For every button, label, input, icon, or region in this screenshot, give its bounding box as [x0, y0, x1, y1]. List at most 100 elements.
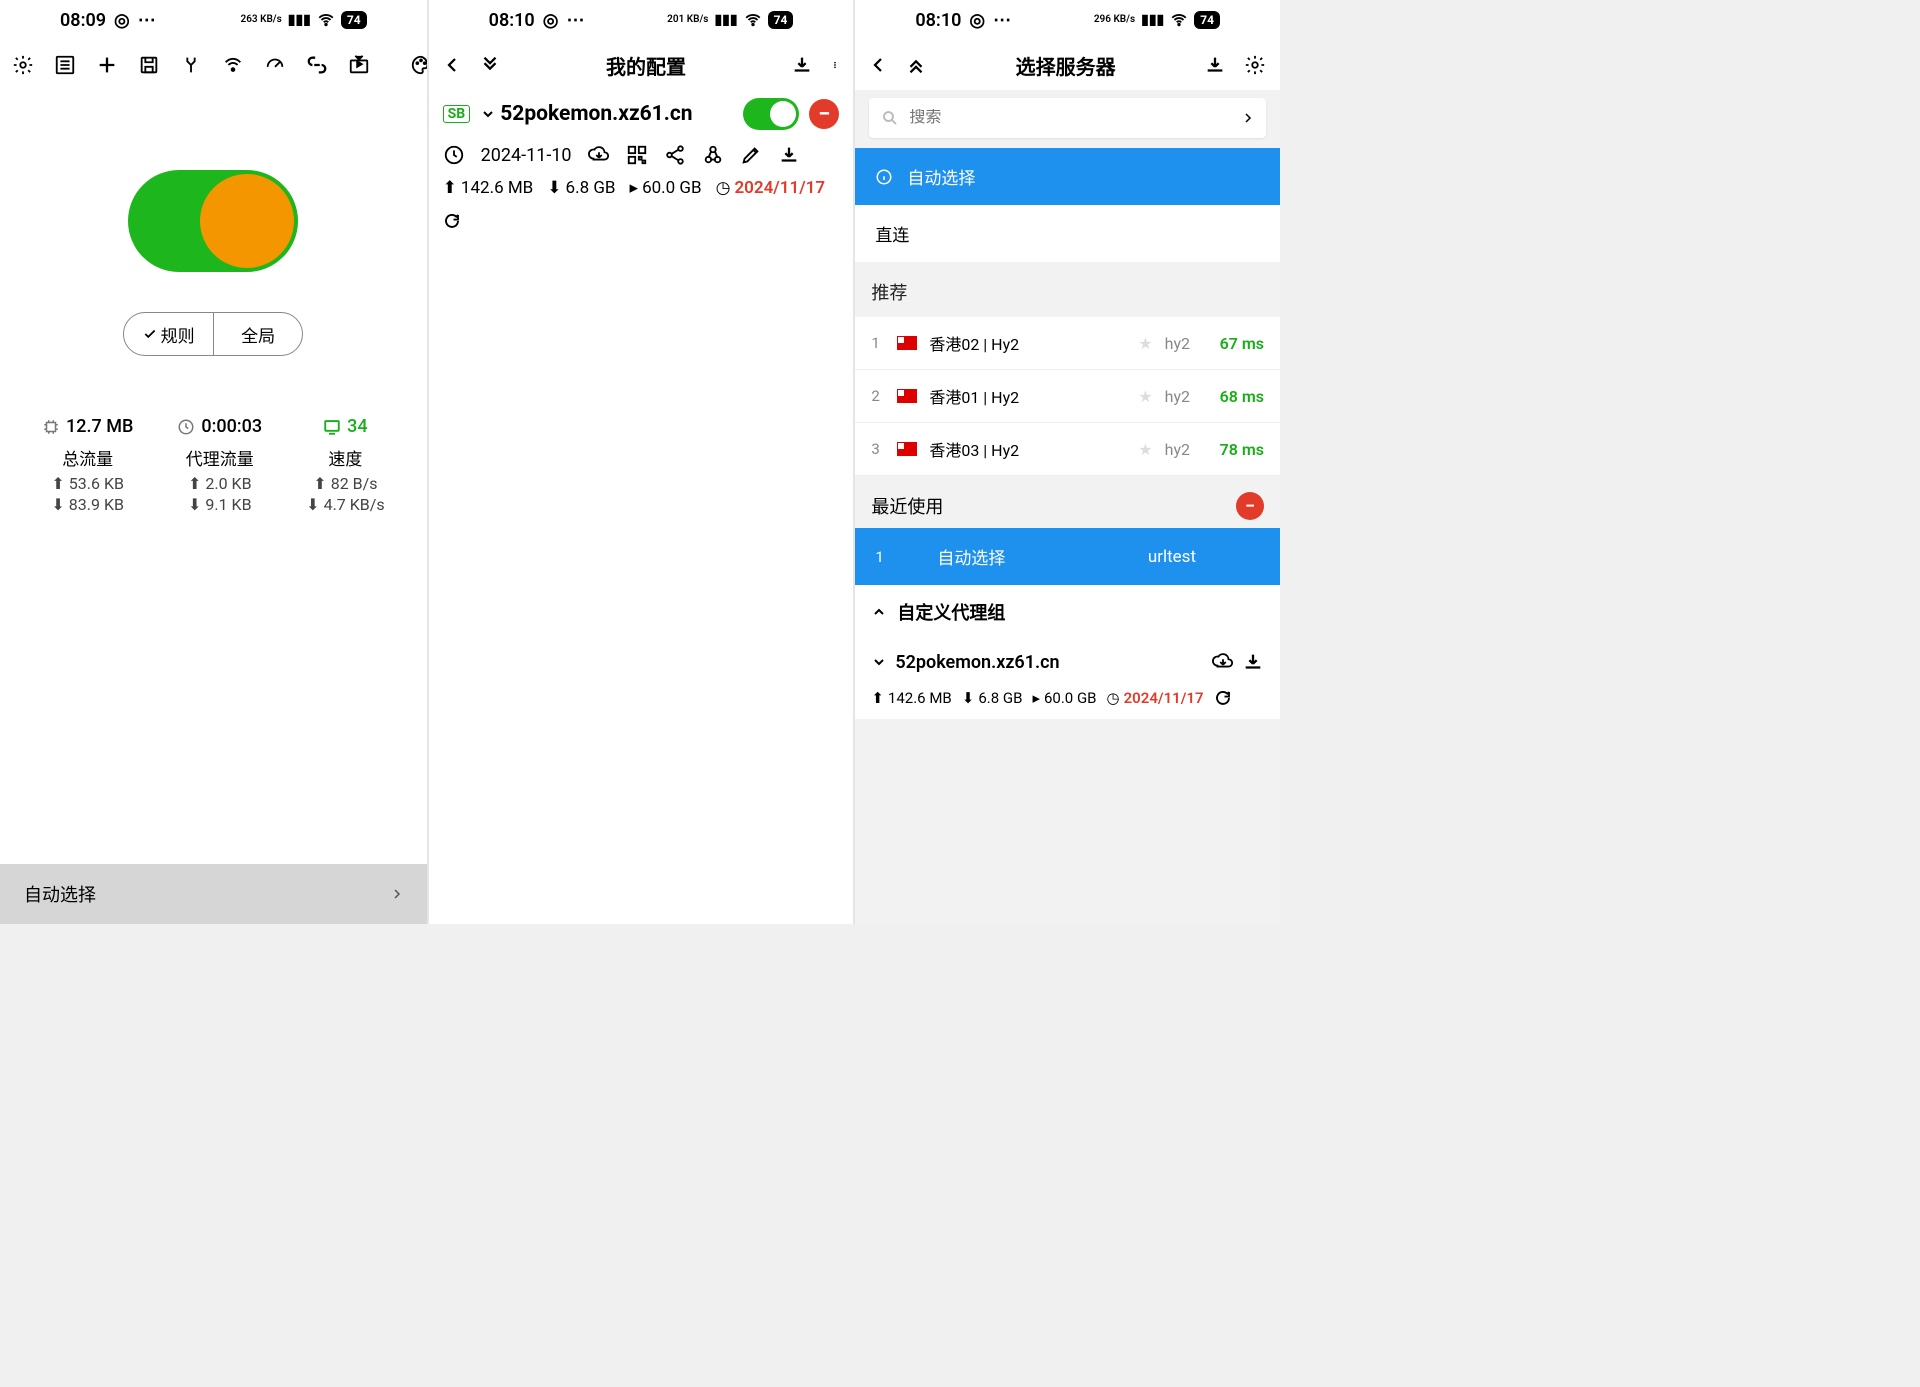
wifi2-icon[interactable] [222, 51, 244, 79]
star-icon[interactable]: ★ [1138, 387, 1152, 406]
collapse-all-icon[interactable] [479, 54, 501, 76]
chevron-right-icon[interactable] [1242, 110, 1254, 126]
profile-toggle[interactable] [743, 98, 799, 130]
status-bar: 08:10 ◎ ⋯ 296 KB/s ▮▮▮ 74 [855, 0, 1280, 40]
signal-icon: ▮▮▮ [1141, 12, 1164, 28]
server-row[interactable]: 3香港03 | Hy2★hy278 ms [855, 423, 1280, 476]
custom-group-expand[interactable]: 自定义代理组 [855, 585, 1280, 639]
provider-expand[interactable]: 52pokemon.xz61.cn [855, 639, 1280, 685]
settings-icon[interactable] [12, 51, 34, 79]
signal-icon: ▮▮▮ [288, 12, 311, 28]
phone-screen-main: 08:09 ◎ ⋯ 263 KB/s ▮▮▮ 74 规则 全局 12.7 MB … [0, 0, 427, 924]
total-up: 53.6 KB [69, 474, 124, 493]
delete-button[interactable]: − [809, 99, 839, 129]
recent-name: 自动选择 [937, 544, 1133, 569]
memory-value: 12.7 MB [66, 416, 133, 437]
duration-value: 0:00:03 [201, 416, 262, 437]
server-name: 香港02 | Hy2 [929, 331, 1126, 355]
settings-icon[interactable] [1244, 54, 1266, 76]
cloud-download-icon[interactable] [588, 144, 610, 166]
fork-icon[interactable] [180, 51, 202, 79]
status-bar: 08:10 ◎ ⋯ 201 KB/s ▮▮▮ 74 [429, 0, 854, 40]
download-icon[interactable] [791, 54, 813, 76]
page-title: 我的配置 [501, 51, 792, 80]
server-latency: 67 ms [1210, 334, 1264, 353]
speed-label: 速度 [306, 445, 384, 470]
refresh-icon[interactable] [1214, 689, 1232, 707]
provider-quota: 60.0 GB [1044, 689, 1097, 707]
mode-segmented: 规则 全局 [123, 312, 303, 356]
recent-row[interactable]: 1 自动选择 urltest [855, 528, 1280, 585]
proxy-down: 9.1 KB [205, 495, 251, 514]
profile-stats: ⬆142.6 MB ⬇6.8 GB ▸60.0 GB ◷2024/11/17 [429, 172, 854, 236]
collapse-up-icon[interactable] [905, 54, 927, 76]
download2-icon[interactable] [778, 144, 800, 166]
profile-name-expand[interactable]: 52pokemon.xz61.cn [480, 102, 733, 126]
server-proto: hy2 [1165, 440, 1190, 459]
info-icon [875, 168, 893, 186]
refresh-icon[interactable] [443, 212, 461, 230]
link-icon[interactable] [306, 51, 328, 79]
speed-icon[interactable] [264, 51, 286, 79]
mode-global[interactable]: 全局 [214, 313, 303, 355]
recent-proto: urltest [1148, 547, 1196, 567]
menu-icon[interactable] [831, 54, 839, 76]
bottom-selector[interactable]: 自动选择 [0, 864, 427, 924]
star-icon[interactable]: ★ [1138, 334, 1152, 353]
status-time: 08:10 [915, 10, 961, 31]
list-icon[interactable] [54, 51, 76, 79]
status-bar: 08:09 ◎ ⋯ 263 KB/s ▮▮▮ 74 [0, 0, 427, 40]
back-icon[interactable] [869, 54, 887, 76]
quota-value: 60.0 GB [642, 178, 702, 198]
clear-recent-button[interactable]: − [1236, 492, 1264, 520]
profile-icons: 2024-11-10 [429, 138, 854, 172]
cloud-download-icon[interactable] [1212, 651, 1234, 673]
upload-value: 142.6 MB [461, 178, 533, 198]
auto-select-row[interactable]: 自动选择 [855, 148, 1280, 205]
chip-icon [42, 418, 60, 436]
share-icon[interactable] [664, 144, 686, 166]
status-time: 08:09 [60, 10, 106, 31]
direct-row[interactable]: 直连 [855, 205, 1280, 263]
connection-toggle[interactable] [128, 170, 298, 272]
proxy-up: 2.0 KB [205, 474, 251, 493]
main-toolbar [0, 40, 427, 90]
save-icon[interactable] [138, 51, 160, 79]
battery-icon: 74 [341, 11, 367, 29]
server-row[interactable]: 2香港01 | Hy2★hy268 ms [855, 370, 1280, 423]
battery-icon: 74 [1194, 11, 1220, 29]
flag-icon [897, 336, 917, 350]
expiry-icon: ◷ [716, 178, 731, 198]
recent-label: 最近使用 [871, 493, 943, 519]
star-icon[interactable]: ★ [1138, 440, 1152, 459]
server-name: 香港03 | Hy2 [929, 437, 1126, 461]
webhook-icon[interactable] [702, 144, 724, 166]
recent-header: 最近使用 − [855, 476, 1280, 528]
net-speed: 201 KB/s [667, 15, 708, 25]
mode-rules[interactable]: 规则 [124, 313, 214, 355]
speed-down: 4.7 KB/s [324, 495, 385, 514]
expiry-value: 2024/11/17 [734, 178, 825, 198]
title-bar: 我的配置 [429, 40, 854, 90]
net-speed: 296 KB/s [1094, 15, 1135, 25]
title-bar: 选择服务器 [855, 40, 1280, 90]
qr-icon[interactable] [626, 144, 648, 166]
palette-icon[interactable] [410, 51, 427, 79]
server-row[interactable]: 1香港02 | Hy2★hy267 ms [855, 317, 1280, 370]
provider-down: 6.8 GB [978, 689, 1022, 707]
total-down: 83.9 KB [69, 495, 124, 514]
recommend-header: 推荐 [855, 263, 1280, 317]
back-icon[interactable] [443, 54, 461, 76]
tv-icon[interactable] [348, 51, 370, 79]
server-list: 1香港02 | Hy2★hy267 ms2香港01 | Hy2★hy268 ms… [855, 317, 1280, 476]
download-icon[interactable] [1204, 54, 1226, 76]
search-input[interactable] [869, 98, 1266, 138]
battery-icon: 74 [768, 11, 794, 29]
net-speed: 263 KB/s [241, 15, 282, 25]
provider-expiry: 2024/11/17 [1124, 689, 1204, 707]
download-icon[interactable] [1242, 651, 1264, 673]
phone-screen-servers: 08:10 ◎ ⋯ 296 KB/s ▮▮▮ 74 选择服务器 自动选择 直连 … [853, 0, 1280, 924]
edit-icon[interactable] [740, 144, 762, 166]
search-field[interactable] [909, 109, 1232, 127]
add-icon[interactable] [96, 51, 118, 79]
